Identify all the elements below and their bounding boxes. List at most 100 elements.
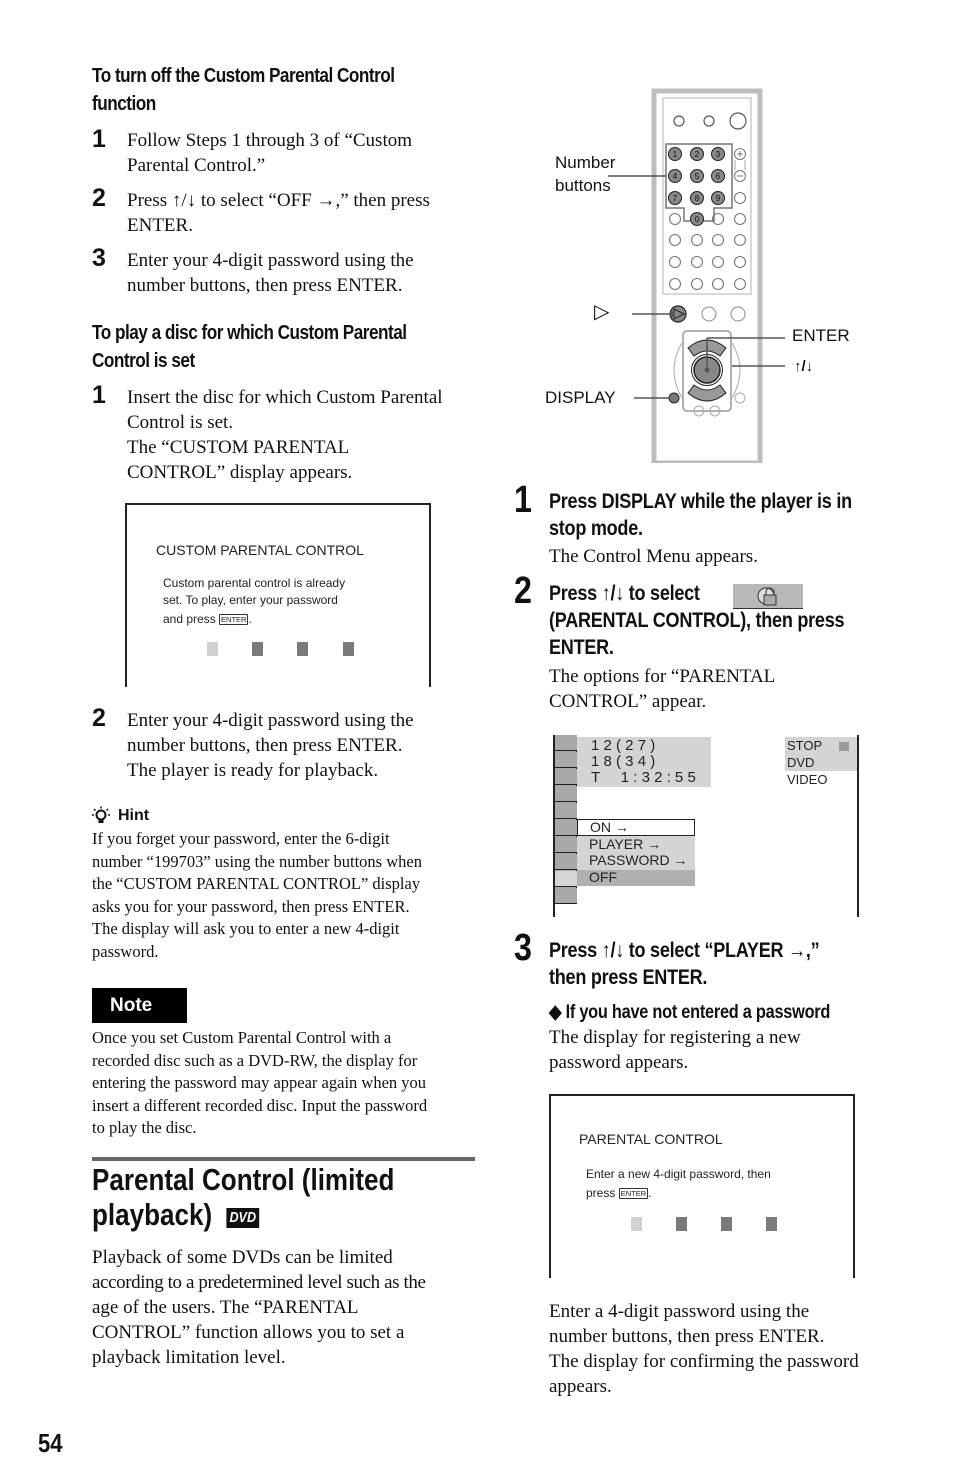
option-label: OFF bbox=[589, 869, 617, 885]
menu-icon-cell bbox=[555, 854, 577, 870]
text-line: The display will ask you to enter a new … bbox=[92, 919, 400, 938]
section-divider bbox=[92, 1157, 475, 1161]
password-digit-box bbox=[676, 1217, 687, 1231]
hint-text: If you forget your password, enter the 6… bbox=[92, 828, 422, 963]
text-line: password. bbox=[92, 941, 159, 961]
heading-line: Control is set bbox=[92, 350, 195, 372]
text-line: playback limitation level. bbox=[92, 1347, 286, 1368]
password-digit-box bbox=[721, 1217, 732, 1231]
remote-control-illustration: 1 2 3 4 5 6 7 8 9 0 bbox=[608, 88, 785, 463]
step-body: The Control Menu appears. bbox=[549, 546, 758, 567]
digit-label: 6 bbox=[716, 172, 721, 181]
text-line: (PARENTAL CONTROL), then press bbox=[549, 609, 845, 632]
menu-icon-cell bbox=[555, 837, 577, 853]
option-password[interactable]: PASSWORD → bbox=[589, 852, 688, 869]
text-line: entering the password may appear again w… bbox=[92, 1073, 427, 1092]
text-line: The “CUSTOM PARENTAL bbox=[127, 437, 350, 458]
option-label: ON → bbox=[590, 819, 629, 835]
text-line: Enter your 4-digit password using the bbox=[127, 250, 414, 271]
option-off-highlighted[interactable]: OFF bbox=[577, 869, 695, 886]
osd-message: Enter a new 4-digit password, then press… bbox=[586, 1166, 771, 1202]
menu-icon-cell bbox=[555, 735, 577, 751]
play-label: ▷ bbox=[594, 301, 610, 323]
hint-label: Hint bbox=[118, 807, 150, 824]
password-digit-box bbox=[631, 1217, 642, 1231]
step-number: 1 bbox=[92, 381, 106, 409]
arrows-label: ↑/↓ bbox=[794, 358, 814, 375]
text-line: number buttons, then press ENTER. bbox=[127, 735, 403, 756]
text-line: the “CUSTOM PARENTAL CONTROL” display bbox=[92, 874, 421, 893]
digit-label: 5 bbox=[695, 172, 700, 181]
enter-key-icon: ENTER bbox=[618, 1188, 649, 1199]
option-on-selected[interactable]: ON → bbox=[577, 819, 695, 836]
note-text: Once you set Custom Parental Control wit… bbox=[92, 1027, 427, 1140]
step-text: Insert the disc for which Custom Parenta… bbox=[127, 385, 443, 485]
text-line: Playback of some DVDs can be limited bbox=[92, 1247, 393, 1268]
time-info: T 1 : 3 2 : 5 5 bbox=[591, 769, 696, 786]
text-span: Press ↑/↓ to select bbox=[549, 582, 700, 605]
text-line: Press ↑/↓ to select “OFF →,” then press bbox=[127, 190, 430, 211]
password-digit-box bbox=[766, 1217, 777, 1231]
text-line: Press DISPLAY while the player is in bbox=[549, 490, 852, 513]
text-line: The display for confirming the password bbox=[549, 1351, 859, 1372]
text-span: and press bbox=[163, 612, 216, 626]
text-line: Enter your 4-digit password using the bbox=[127, 710, 414, 731]
chapter-info: 1 8 ( 3 4 ) bbox=[591, 753, 656, 770]
number-buttons-label: Number buttons bbox=[555, 151, 615, 197]
status-panel: STOP DVD VIDEO bbox=[785, 737, 857, 787]
digit-label: 1 bbox=[673, 150, 678, 159]
enter-key-icon: ENTER bbox=[219, 614, 249, 625]
text-line: buttons bbox=[555, 176, 611, 195]
option-player[interactable]: PLAYER → bbox=[589, 836, 661, 853]
text-line: Once you set Custom Parental Control wit… bbox=[92, 1028, 392, 1047]
digit-label: 8 bbox=[695, 194, 700, 203]
title-line: Parental Control (limited bbox=[92, 1162, 395, 1197]
stop-icon bbox=[839, 742, 849, 751]
password-digit-box bbox=[207, 642, 218, 656]
password-digit-box bbox=[297, 642, 308, 656]
step-number: 2 bbox=[514, 570, 532, 612]
step-number: 1 bbox=[514, 479, 532, 521]
password-digit-box bbox=[252, 642, 263, 656]
menu-icon-cell bbox=[555, 803, 577, 819]
step-number: 3 bbox=[514, 927, 532, 969]
text-line: The options for “PARENTAL bbox=[549, 666, 776, 687]
control-menu-screen: 1 2 ( 2 7 ) 1 8 ( 3 4 ) T 1 : 3 2 : 5 5 … bbox=[553, 735, 859, 917]
page-number: 54 bbox=[38, 1428, 63, 1458]
text-line: Number bbox=[555, 153, 616, 172]
text-line: appears. bbox=[549, 1376, 612, 1397]
text-line: set. To play, enter your password bbox=[163, 593, 338, 607]
step-number: 2 bbox=[92, 184, 106, 212]
password-digit-box bbox=[343, 642, 354, 656]
note-label: Note bbox=[92, 988, 187, 1023]
parental-lock-icon bbox=[733, 584, 803, 609]
text-line: Custom parental control is already bbox=[163, 576, 346, 590]
text-line: to play the disc. bbox=[92, 1118, 197, 1137]
osd-title: CUSTOM PARENTAL CONTROL bbox=[156, 542, 364, 558]
digit-label: 7 bbox=[673, 194, 678, 203]
section-title: Parental Control (limited playback) DVD bbox=[92, 1162, 394, 1232]
text-line: stop mode. bbox=[549, 517, 643, 540]
text-line: CONTROL” appear. bbox=[549, 691, 707, 712]
text-line: asks you for your password, then press E… bbox=[92, 896, 410, 916]
text-line: CONTROL” display appears. bbox=[127, 462, 353, 483]
text-span: press bbox=[586, 1186, 616, 1200]
digit-label: 3 bbox=[716, 150, 721, 159]
section-paragraph: Playback of some DVDs can be limited acc… bbox=[92, 1245, 426, 1370]
osd-message: Custom parental control is already set. … bbox=[163, 575, 345, 628]
sub-heading: ◆ If you have not entered a password bbox=[549, 1002, 831, 1023]
title-info: 1 2 ( 2 7 ) bbox=[591, 737, 656, 754]
step-text: Enter your 4-digit password using the nu… bbox=[127, 248, 414, 298]
turn-off-heading: To turn off the Custom Parental Control … bbox=[92, 62, 395, 118]
menu-icon-cell bbox=[555, 769, 577, 785]
text-line: recorded disc such as a DVD-RW, the disp… bbox=[92, 1050, 418, 1070]
text-line: Parental Control.” bbox=[127, 155, 266, 176]
text-line: Press ↑/↓ to select “PLAYER →,” bbox=[549, 939, 820, 962]
text-line: If you forget your password, enter the 6… bbox=[92, 829, 390, 848]
step-body: The options for “PARENTAL CONTROL” appea… bbox=[549, 664, 775, 714]
digit-label: 0 bbox=[695, 215, 700, 224]
text-line: number “199703” using the number buttons… bbox=[92, 851, 422, 871]
digit-label: 4 bbox=[673, 172, 678, 181]
text-line: Control is set. bbox=[127, 412, 234, 433]
step-heading: Press DISPLAY while the player is in sto… bbox=[549, 488, 852, 542]
